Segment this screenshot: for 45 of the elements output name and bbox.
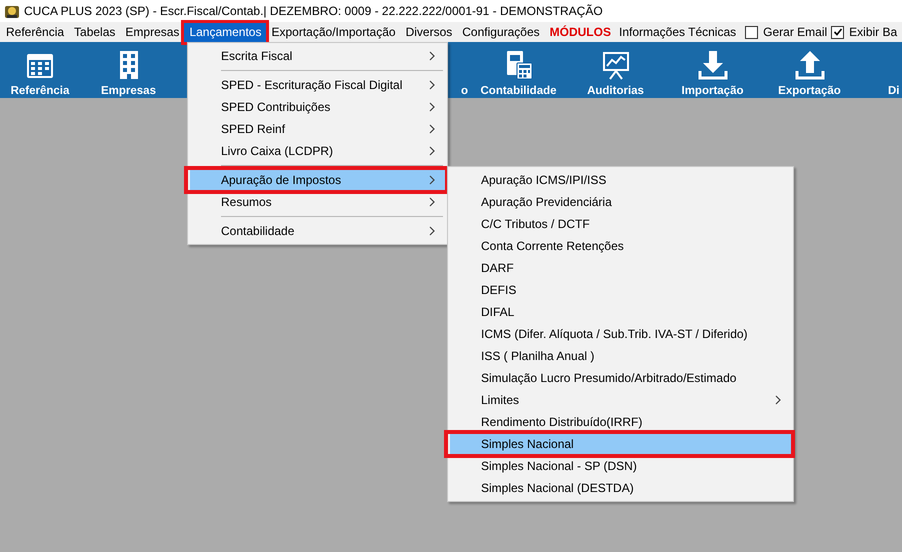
menu-item[interactable]: Escrita Fiscal — [190, 45, 445, 67]
menu-item[interactable]: ISS ( Planilha Anual ) — [450, 345, 791, 367]
menu-item[interactable]: SPED Contribuições — [190, 96, 445, 118]
toolbar-button-label[interactable]: Contabilidade — [480, 85, 557, 97]
app-logo-icon — [4, 3, 20, 19]
checkbox[interactable] — [831, 26, 844, 38]
upload-icon[interactable] — [794, 49, 826, 81]
menu-bar-item[interactable]: Exportação/Importação — [266, 22, 401, 42]
menu-bar-item[interactable]: Referência — [1, 22, 70, 42]
download-icon[interactable] — [696, 49, 728, 81]
menu-item[interactable]: DARF — [450, 257, 791, 279]
menu-item[interactable]: Apuração Previdenciária — [450, 191, 791, 213]
checkbox[interactable] — [745, 26, 758, 38]
menu-item[interactable]: Conta Corrente Retenções — [450, 235, 791, 257]
checkbox-label[interactable]: Gerar Email — [763, 25, 828, 39]
menu-item[interactable]: DEFIS — [450, 279, 791, 301]
toolbar-button-label[interactable]: Empresas — [101, 85, 156, 97]
window-title: CUCA PLUS 2023 (SP) - Escr.Fiscal/Contab.| DEZEMBRO: 0009 - 22.222.222/0001-91 - DEMONSTRAÇÃO — [24, 4, 603, 18]
menu-item[interactable]: Contabilidade — [190, 220, 445, 242]
toolbar-button-label[interactable]: Referência — [10, 85, 70, 97]
menu-bar-item[interactable]: Informações Técnicas — [614, 22, 742, 42]
menu-item[interactable]: Resumos — [190, 191, 445, 213]
menu-item[interactable]: SPED Reinf — [190, 118, 445, 140]
menu-item[interactable]: Simulação Lucro Presumido/Arbitrado/Estimado — [450, 367, 791, 389]
menu-item[interactable]: Limites — [450, 389, 791, 411]
menu-item[interactable]: Simples Nacional - SP (DSN) — [450, 455, 791, 477]
menu-item[interactable]: SPED - Escrituração Fiscal Digital — [190, 74, 445, 96]
menu-item[interactable]: Livro Caixa (LCDPR) — [190, 140, 445, 162]
toolbar-button-label[interactable]: o — [460, 85, 468, 97]
menu-bar-item[interactable]: MÓDULOS — [544, 22, 614, 42]
toolbar-button-label[interactable]: Di — [888, 85, 900, 97]
menu-item[interactable]: DIFAL — [450, 301, 791, 323]
menu-bar-item[interactable]: Diversos — [400, 22, 458, 42]
menu-bar-item[interactable]: Configurações — [457, 22, 545, 42]
menu-item[interactable]: Rendimento Distribuído(IRRF) — [450, 411, 791, 433]
menu-item[interactable]: Simples Nacional (DESTDA) — [450, 477, 791, 499]
menu-bar-item[interactable]: Empresas — [120, 22, 184, 42]
checkbox-label[interactable]: Exibir Ba — [849, 25, 898, 39]
toolbar-button-label[interactable]: Auditorias — [587, 85, 644, 97]
menu-bar-item[interactable]: Tabelas — [69, 22, 120, 42]
menu-item[interactable]: ICMS (Difer. Alíquota / Sub.Trib. IVA-ST / Diferido) — [450, 323, 791, 345]
toolbar-button-label[interactable]: Exportação — [778, 85, 841, 97]
menu-item[interactable]: C/C Tributos / DCTF — [450, 213, 791, 235]
toolbar-button-label[interactable]: Importação — [682, 85, 744, 97]
menu-item[interactable]: Apuração ICMS/IPI/ISS — [450, 169, 791, 191]
